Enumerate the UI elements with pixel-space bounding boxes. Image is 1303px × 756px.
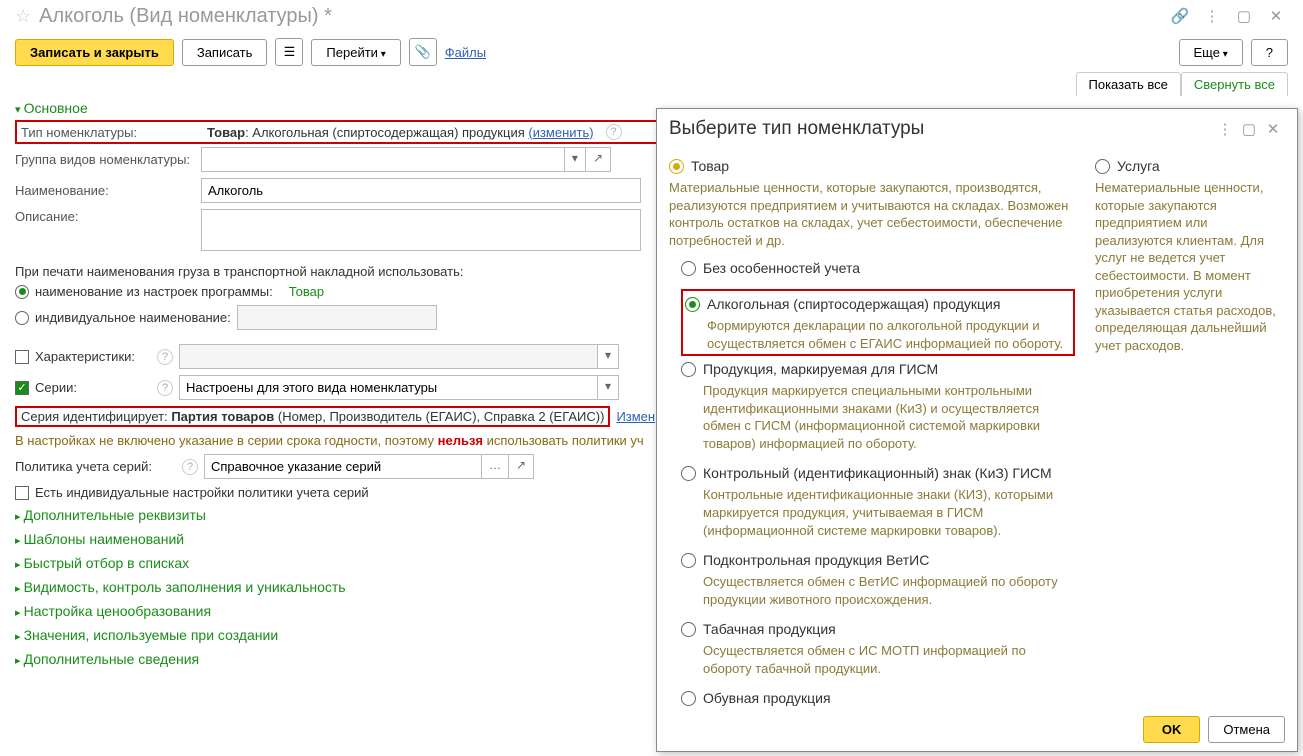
radio-individual[interactable] [15, 311, 29, 325]
open-icon[interactable]: ↗ [508, 455, 533, 478]
help-icon[interactable]: ? [606, 124, 622, 140]
ok-button[interactable]: OK [1143, 716, 1201, 743]
maximize-icon[interactable]: ▢ [1232, 4, 1256, 28]
individual-settings-checkbox[interactable] [15, 486, 29, 500]
name-input[interactable] [202, 179, 640, 202]
open-icon[interactable]: ↗ [585, 148, 610, 171]
link-icon[interactable]: 🔗 [1168, 4, 1192, 28]
policy-label: Политика учета серий: [15, 459, 170, 474]
radio-shoes[interactable] [681, 691, 696, 706]
cancel-button[interactable]: Отмена [1208, 716, 1285, 743]
name-label: Наименование: [15, 183, 195, 198]
radio-no-special[interactable] [681, 261, 696, 276]
policy-input[interactable] [205, 455, 481, 478]
tab-show-all[interactable]: Показать все [1076, 72, 1181, 96]
kebab-icon[interactable]: ⋮ [1200, 4, 1224, 28]
ellipsis-icon[interactable]: … [481, 455, 508, 478]
goto-button[interactable]: Перейти [311, 39, 400, 66]
popup-title: Выберите тип номенклатуры [669, 118, 1213, 140]
save-close-button[interactable]: Записать и закрыть [15, 39, 174, 66]
list-icon-button[interactable]: ☰ [275, 38, 303, 66]
attach-icon-button[interactable]: 📎 [409, 38, 437, 66]
series-change-link[interactable]: Измен [616, 409, 655, 424]
desc-label: Описание: [15, 209, 195, 224]
close-icon[interactable]: ✕ [1261, 117, 1285, 141]
change-type-link[interactable]: (изменить) [528, 125, 593, 140]
dropdown-icon[interactable]: ▾ [597, 345, 618, 368]
close-icon[interactable]: ✕ [1264, 4, 1288, 28]
maximize-icon[interactable]: ▢ [1237, 117, 1261, 141]
individual-name-input [238, 306, 436, 329]
dropdown-icon[interactable]: ▾ [597, 376, 618, 399]
help-icon[interactable]: ? [157, 380, 173, 396]
type-value: Товар: Алкогольная (спиртосодержащая) пр… [207, 125, 594, 140]
series-input[interactable] [180, 376, 597, 399]
radio-alcohol[interactable] [685, 297, 700, 312]
tab-collapse-all[interactable]: Свернуть все [1181, 72, 1288, 96]
radio-program[interactable] [15, 285, 29, 299]
radio-tobacco[interactable] [681, 622, 696, 637]
favorite-icon[interactable]: ☆ [15, 6, 31, 27]
help-button[interactable]: ? [1251, 39, 1288, 66]
program-name-link[interactable]: Товар [289, 284, 324, 299]
save-button[interactable]: Записать [182, 39, 268, 66]
files-link[interactable]: Файлы [445, 45, 486, 60]
help-icon[interactable]: ? [182, 459, 198, 475]
more-button[interactable]: Еще [1179, 39, 1243, 66]
characteristics-checkbox[interactable] [15, 350, 29, 364]
group-input[interactable] [202, 148, 564, 171]
dropdown-icon[interactable]: ▾ [564, 148, 585, 171]
radio-tovar[interactable] [669, 159, 684, 174]
type-selector-popup: Выберите тип номенклатуры ⋮ ▢ ✕ Товар Ма… [656, 108, 1298, 752]
kebab-icon[interactable]: ⋮ [1213, 117, 1237, 141]
characteristics-input [180, 345, 597, 368]
series-checkbox[interactable] [15, 381, 29, 395]
type-label: Тип номенклатуры: [21, 125, 201, 140]
radio-kiz[interactable] [681, 466, 696, 481]
group-label: Группа видов номенклатуры: [15, 152, 195, 167]
radio-vetis[interactable] [681, 553, 696, 568]
radio-gism[interactable] [681, 362, 696, 377]
desc-textarea[interactable] [201, 209, 641, 251]
page-title: Алкоголь (Вид номенклатуры) * [39, 5, 1160, 28]
help-icon[interactable]: ? [157, 349, 173, 365]
radio-usluga[interactable] [1095, 159, 1110, 174]
